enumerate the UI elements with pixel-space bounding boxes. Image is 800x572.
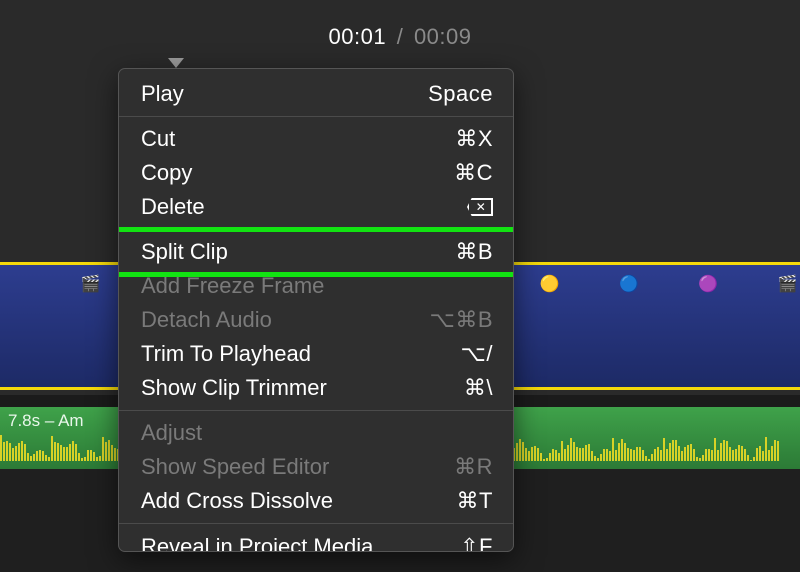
timecode-current: 00:01 bbox=[329, 24, 387, 49]
menu-item-delete[interactable]: Delete bbox=[119, 190, 513, 224]
menu-item-split-clip[interactable]: Split Clip ⌘B bbox=[119, 235, 513, 269]
menu-item-play[interactable]: Play Space bbox=[119, 77, 513, 111]
timecode-display: 00:01 / 00:09 bbox=[0, 24, 800, 50]
menu-label: Trim To Playhead bbox=[141, 343, 311, 365]
menu-separator bbox=[119, 229, 513, 230]
menu-label: Add Cross Dissolve bbox=[141, 490, 333, 512]
menu-item-show-speed-editor: Show Speed Editor ⌘R bbox=[119, 450, 513, 484]
menu-label: Show Clip Trimmer bbox=[141, 377, 327, 399]
menu-label: Play bbox=[141, 83, 184, 105]
thumb-icon: 🎬 bbox=[78, 271, 103, 297]
menu-shortcut: Space bbox=[428, 83, 493, 105]
menu-item-detach-audio: Detach Audio ⌥⌘B bbox=[119, 303, 513, 337]
menu-shortcut: ⌥⌘B bbox=[429, 309, 493, 331]
menu-label: Detach Audio bbox=[141, 309, 272, 331]
thumb-icon: 🟣 bbox=[696, 271, 721, 297]
menu-shortcut: ⌘X bbox=[455, 128, 493, 150]
menu-label: Add Freeze Frame bbox=[141, 275, 324, 297]
menu-label: Show Speed Editor bbox=[141, 456, 329, 478]
menu-shortcut: ⌘T bbox=[457, 490, 493, 512]
delete-icon bbox=[467, 198, 493, 216]
menu-separator bbox=[119, 410, 513, 411]
menu-label: Cut bbox=[141, 128, 175, 150]
menu-item-add-cross-dissolve[interactable]: Add Cross Dissolve ⌘T bbox=[119, 484, 513, 518]
menu-shortcut: ⌥/ bbox=[461, 343, 493, 365]
audio-clip-label: 7.8s – Am bbox=[8, 411, 84, 431]
playhead-indicator-icon bbox=[168, 58, 184, 68]
thumb-icon: 🎬 bbox=[775, 271, 800, 297]
menu-label: Split Clip bbox=[141, 241, 228, 263]
menu-shortcut: ⇧F bbox=[460, 536, 493, 552]
menu-item-show-clip-trimmer[interactable]: Show Clip Trimmer ⌘\ bbox=[119, 371, 513, 405]
menu-item-reveal-in-project-media[interactable]: Reveal in Project Media ⇧F bbox=[119, 529, 513, 551]
thumb-icon: 🔵 bbox=[616, 271, 641, 297]
menu-separator bbox=[119, 523, 513, 524]
menu-shortcut: ⌘B bbox=[455, 241, 493, 263]
menu-item-cut[interactable]: Cut ⌘X bbox=[119, 122, 513, 156]
menu-item-trim-to-playhead[interactable]: Trim To Playhead ⌥/ bbox=[119, 337, 513, 371]
menu-item-adjust: Adjust bbox=[119, 416, 513, 450]
clip-context-menu: Play Space Cut ⌘X Copy ⌘C Delete Split C… bbox=[118, 68, 514, 552]
menu-item-add-freeze-frame: Add Freeze Frame bbox=[119, 269, 513, 303]
menu-shortcut: ⌘R bbox=[454, 456, 493, 478]
menu-shortcut: ⌘\ bbox=[464, 377, 493, 399]
timecode-total: 00:09 bbox=[414, 24, 472, 49]
menu-shortcut: ⌘C bbox=[454, 162, 493, 184]
timecode-separator: / bbox=[397, 24, 404, 49]
menu-separator bbox=[119, 116, 513, 117]
thumb-icon: 🟡 bbox=[537, 271, 562, 297]
menu-label: Copy bbox=[141, 162, 192, 184]
menu-label: Delete bbox=[141, 196, 205, 218]
menu-label: Adjust bbox=[141, 422, 202, 444]
menu-item-copy[interactable]: Copy ⌘C bbox=[119, 156, 513, 190]
menu-label: Reveal in Project Media bbox=[141, 536, 373, 552]
